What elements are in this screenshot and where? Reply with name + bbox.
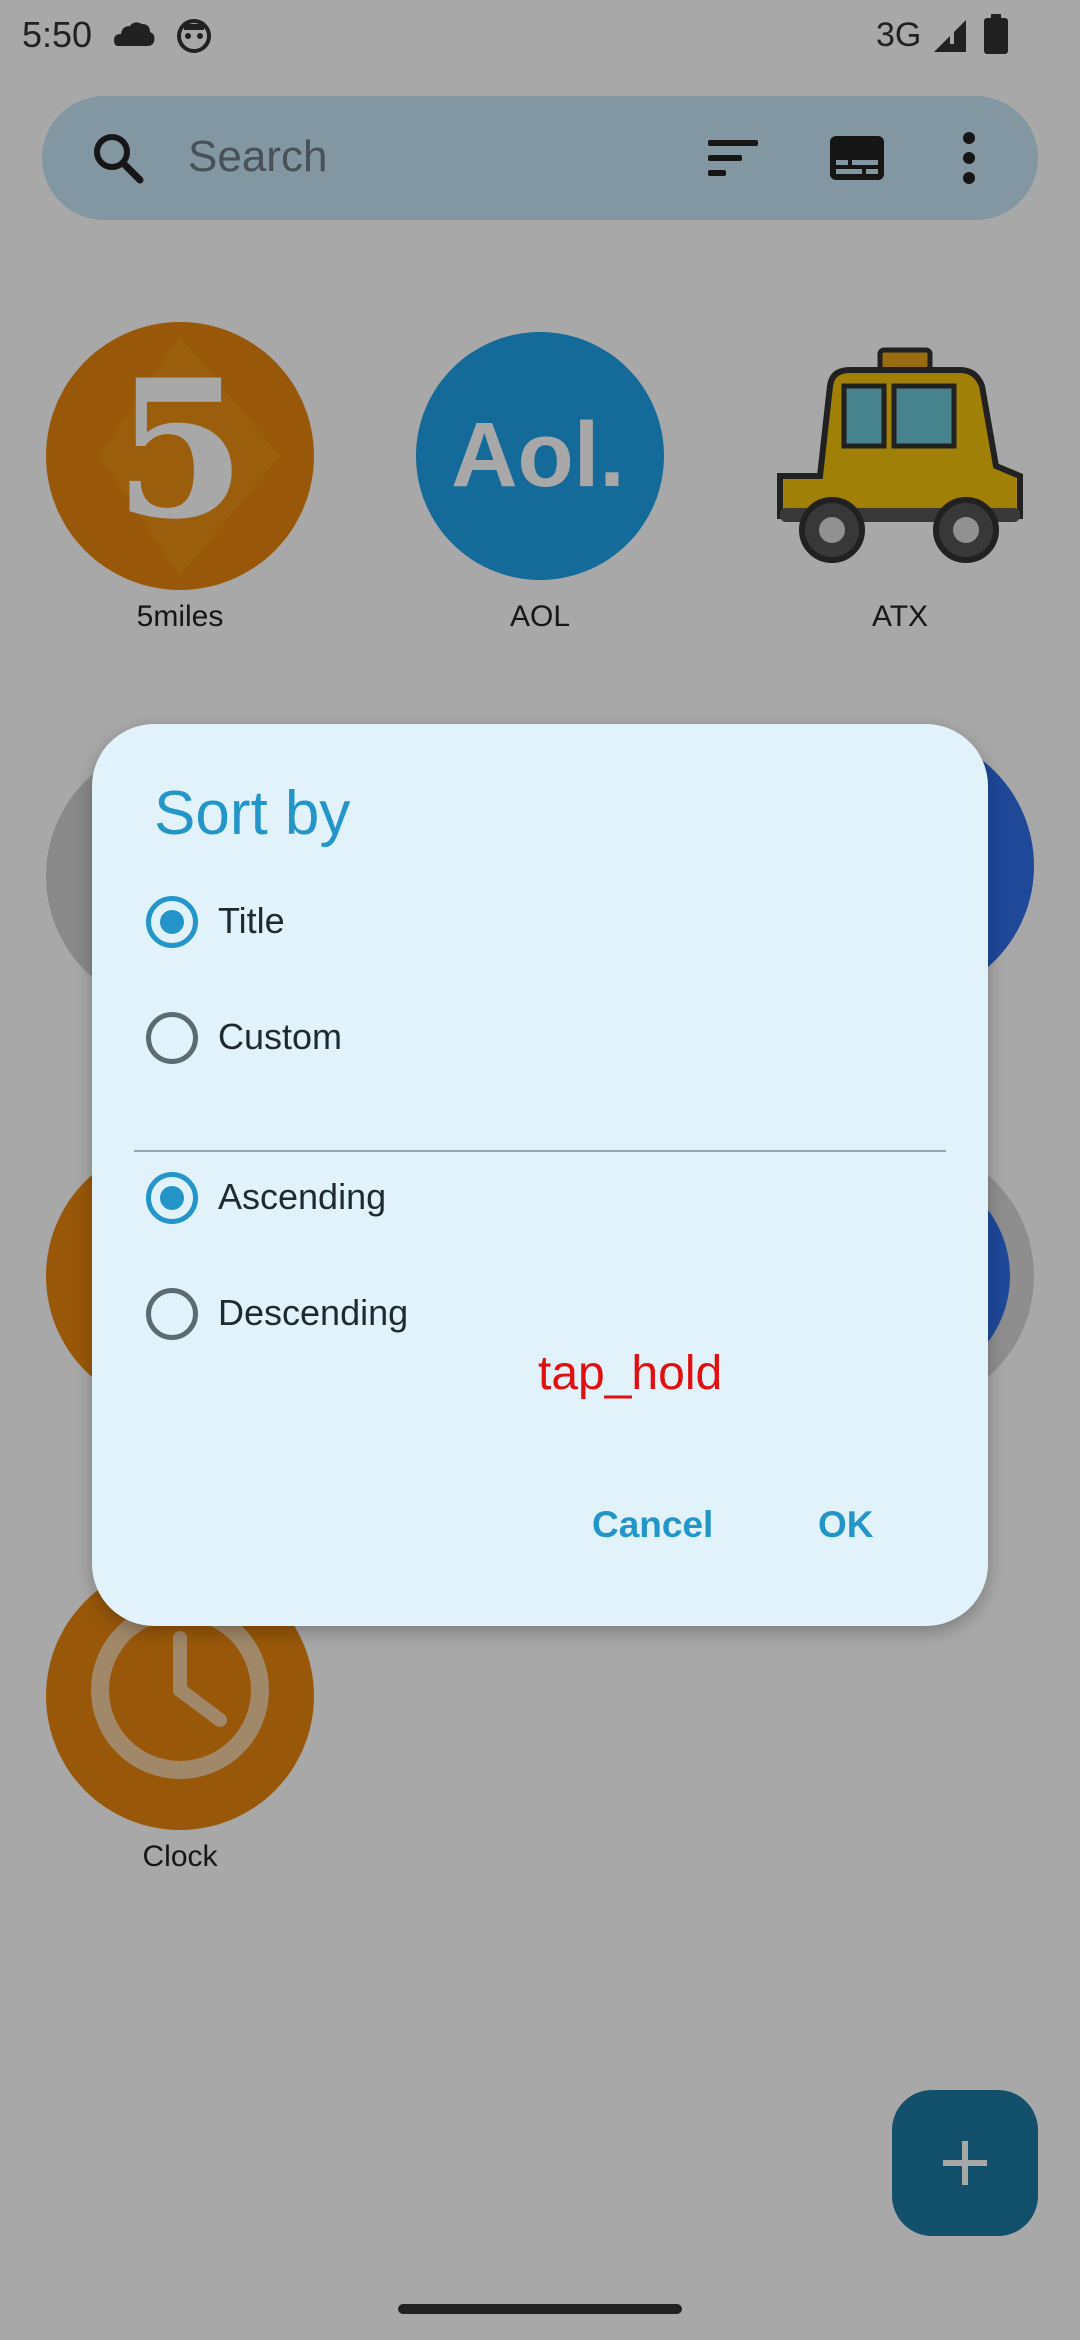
radio-label: Custom [218,1016,343,1057]
radio-descending[interactable]: Descending [146,1276,906,1356]
sort-dialog: Sort by Title Custom Ascending Descendin… [92,724,988,1626]
radio-label: Title [218,900,285,941]
radio-custom[interactable]: Custom [146,1000,906,1080]
ok-button[interactable]: OK [818,1504,874,1546]
radio-button-checked[interactable] [146,896,198,948]
divider [134,1150,946,1152]
radio-label: Ascending [218,1176,387,1217]
cancel-button[interactable]: Cancel [592,1504,713,1546]
radio-button-unchecked[interactable] [146,1012,198,1064]
home-indicator[interactable] [398,2304,682,2314]
radio-label: Descending [218,1292,409,1333]
radio-button-unchecked[interactable] [146,1288,198,1340]
dialog-title: Sort by [154,779,351,848]
radio-dot [160,910,184,934]
action-overlay-label: tap_hold [538,1347,723,1400]
home-screen: 5:50 3G Search 5 5miles Aol. AOL ATX Clo… [0,0,1080,2340]
radio-button-checked[interactable] [146,1172,198,1224]
radio-ascending[interactable]: Ascending [146,1160,906,1240]
radio-dot [160,1186,184,1210]
radio-title[interactable]: Title [146,884,906,964]
